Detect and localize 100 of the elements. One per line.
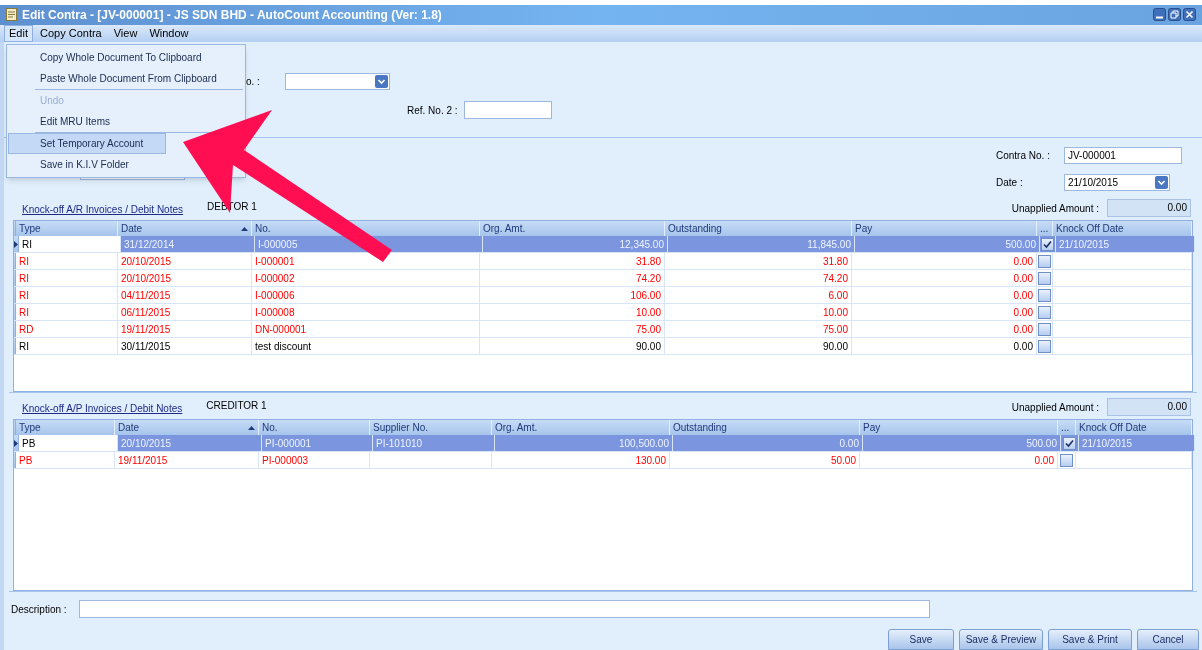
grid-row[interactable]: RD 19/11/2015 DN-000001 75.00 75.00 0.00 [14, 321, 1192, 338]
table-cell-text: 10.00 [635, 305, 661, 320]
table-cell-text: 90.00 [635, 339, 661, 354]
grid-row[interactable]: RI 06/11/2015 I-000008 10.00 10.00 0.00 [14, 304, 1192, 321]
table-cell-text: 12,345.00 [619, 237, 664, 252]
dropdown-field[interactable] [284, 73, 390, 90]
checkbox[interactable] [1063, 436, 1076, 450]
contra-no-field[interactable]: JV-000001 [1064, 146, 1182, 164]
table-cell-text: 90.00 [822, 339, 848, 354]
table-cell-text: PI-101010 [376, 436, 423, 451]
table-cell-text: 500.00 [1026, 436, 1057, 451]
field-label: Date : [996, 175, 1024, 190]
table-cell-text: 0.00 [1034, 453, 1054, 468]
menu-option[interactable]: Set Temporary Account [8, 133, 167, 154]
table-cell-text: I-000001 [255, 254, 295, 269]
party-name: CREDITOR 1 [206, 399, 267, 413]
grid-row[interactable]: RI 04/11/2015 I-000006 106.00 6.00 0.00 [14, 287, 1192, 304]
action-button[interactable]: Save [888, 629, 954, 650]
table-cell-text: 130.00 [635, 453, 666, 468]
table-cell-text: 75.00 [635, 322, 661, 337]
checkbox[interactable] [1041, 237, 1054, 251]
minimize-icon[interactable] [1153, 8, 1166, 22]
table-cell-text: PB [22, 436, 36, 451]
action-button[interactable]: Save & Print [1048, 629, 1132, 650]
unapplied-amount-field: 0.00 [1107, 199, 1191, 217]
table-cell-text: test discount [255, 339, 312, 354]
unapplied-amount-field: 0.00 [1107, 398, 1191, 416]
table-cell-text: 21/10/2015 [1059, 237, 1110, 252]
menu-option[interactable]: Copy Whole Document To Clipboard [8, 47, 225, 68]
grid-row[interactable]: RI 20/10/2015 I-000002 74.20 74.20 0.00 [14, 270, 1192, 287]
action-button[interactable]: Cancel [1137, 629, 1199, 650]
date-field[interactable]: 21/10/2015 [1064, 173, 1170, 191]
menu-item[interactable]: Copy Contra [34, 25, 107, 42]
menu-option[interactable]: Save in K.I.V Folder [8, 154, 152, 175]
grid-row[interactable]: PB 19/11/2015 PI-000003 130.00 50.00 0.00 [14, 452, 1192, 469]
grid-row[interactable]: RI 31/12/2014 I-000005 12,345.00 11,845.00 500.00 21/10/2015 [14, 236, 1192, 253]
table-cell-text: RI [19, 271, 29, 286]
checkbox[interactable] [1038, 271, 1051, 285]
sort-up-icon [241, 226, 248, 231]
table-cell-text: 0.00 [1013, 254, 1033, 269]
table-cell-text: 6.00 [828, 288, 848, 303]
checkbox[interactable] [1038, 305, 1051, 319]
grid-row[interactable]: PB 20/10/2015 PI-000001 PI-101010 100,500.00 0.00 500.00 21/10/2015 [14, 435, 1192, 452]
section-link[interactable]: Knock-off A/R Invoices / Debit Notes [22, 202, 183, 217]
action-button[interactable]: Save & Preview [959, 629, 1043, 650]
table-cell-text: 74.20 [635, 271, 661, 286]
table-cell-text: 0.00 [839, 436, 859, 451]
checkbox[interactable] [1038, 288, 1051, 302]
description-field[interactable] [78, 600, 930, 618]
table-cell-text: 106.00 [630, 288, 661, 303]
checkbox[interactable] [1038, 254, 1051, 268]
table-cell-text: I-000002 [255, 271, 295, 286]
table-cell-text: 11,845.00 [807, 237, 851, 252]
table-cell-text: 500.00 [1005, 237, 1036, 252]
checkbox[interactable] [1060, 453, 1073, 467]
input-field[interactable] [463, 101, 552, 119]
section-link[interactable]: Knock-off A/P Invoices / Debit Notes [22, 401, 183, 416]
table-cell-text: RD [19, 322, 34, 337]
table-cell-text: 31/12/2014 [124, 237, 175, 252]
field-label: Contra No. : [996, 148, 1051, 163]
grid-row[interactable]: RI 20/10/2015 I-000001 31.80 31.80 0.00 [14, 253, 1192, 270]
menu-item[interactable]: Edit [4, 25, 33, 42]
restore-icon[interactable] [1168, 8, 1181, 22]
sort-up-icon [248, 425, 255, 430]
menu-option[interactable]: Paste Whole Document From Clipboard [8, 68, 240, 89]
table-cell-text: RI [19, 288, 29, 303]
menu-item[interactable]: Window [144, 25, 194, 42]
menu-item[interactable]: View [108, 25, 143, 42]
table-cell-text: 20/10/2015 [121, 436, 172, 451]
close-icon[interactable] [1183, 8, 1196, 22]
table-cell-text: 20/10/2015 [121, 271, 172, 286]
table-cell-text: 0.00 [1013, 305, 1033, 320]
checkbox[interactable] [1038, 322, 1051, 336]
table-cell-text: 31.80 [635, 254, 661, 269]
table-cell-text: DN-000001 [255, 322, 307, 337]
table-cell-text: 50.00 [830, 453, 856, 468]
menu-option[interactable]: Edit MRU Items [8, 111, 133, 132]
table-cell-text: 20/10/2015 [121, 254, 172, 269]
table-cell-text: PI-000003 [262, 453, 309, 468]
field-label: Ref. No. 2 : [407, 103, 458, 118]
document-icon [6, 8, 17, 22]
checkbox[interactable] [1038, 339, 1051, 353]
table-cell-text: RI [22, 237, 32, 252]
table-cell-text: 21/10/2015 [1082, 436, 1133, 451]
table-cell-text: 19/11/2015 [121, 322, 171, 337]
table-cell-text: 19/11/2015 [118, 453, 168, 468]
table-cell-text: I-000006 [255, 288, 295, 303]
table-cell-text: 0.00 [1013, 339, 1033, 354]
table-cell-text: 10.00 [822, 305, 848, 320]
table-cell-text: 0.00 [1013, 288, 1033, 303]
table-cell-text: RI [19, 305, 29, 320]
table-cell-text: 31.80 [822, 254, 848, 269]
grid-row[interactable]: RI 30/11/2015 test discount 90.00 90.00 0.00 [14, 338, 1192, 355]
table-cell-text: RI [19, 339, 29, 354]
table-cell-text: 04/11/2015 [121, 288, 171, 303]
row-pointer-icon [14, 240, 18, 248]
field-label: Description : [11, 602, 67, 617]
unapplied-label: Unapplied Amount : [1011, 202, 1099, 216]
table-cell-text: 74.20 [822, 271, 848, 286]
unapplied-label: Unapplied Amount : [1011, 401, 1099, 415]
